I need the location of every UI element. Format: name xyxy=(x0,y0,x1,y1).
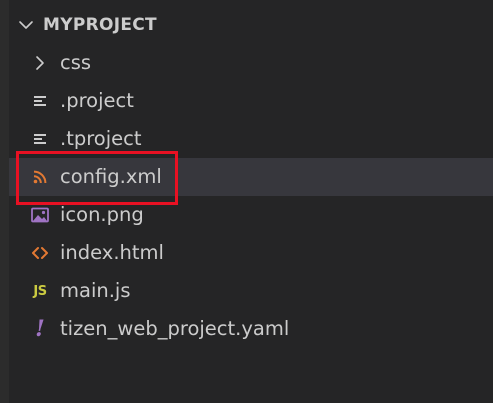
chevron-down-icon[interactable] xyxy=(18,17,34,33)
tree-item-config-xml-file[interactable]: config.xml xyxy=(9,158,493,196)
tree-item-icon-png-file[interactable]: icon.png xyxy=(9,196,493,234)
tree-item-main-js-file[interactable]: JS main.js xyxy=(9,272,493,310)
tree-item-label: tizen_web_project.yaml xyxy=(60,317,290,340)
js-icon-label: JS xyxy=(33,283,47,299)
tree-item-index-html-file[interactable]: index.html xyxy=(9,234,493,272)
section-title: MYPROJECT xyxy=(43,15,157,35)
tree-item-label: css xyxy=(60,51,92,74)
tree-item-label: main.js xyxy=(60,279,131,302)
tree-item-label: .tproject xyxy=(60,127,142,150)
tree-item-tproject-file[interactable]: .tproject xyxy=(9,120,493,158)
exclamation-icon-label: ! xyxy=(35,316,45,342)
js-icon: JS xyxy=(29,281,51,301)
tree-item-label: icon.png xyxy=(60,203,144,226)
tree-item-label: index.html xyxy=(60,241,164,264)
tree-item-label: .project xyxy=(60,89,134,112)
image-icon xyxy=(29,205,51,225)
rss-feed-icon xyxy=(29,167,51,187)
project-section-header[interactable]: MYPROJECT xyxy=(9,8,493,42)
explorer-panel: MYPROJECT css .project .tproject config.… xyxy=(9,0,493,403)
tree-item-css-folder[interactable]: css xyxy=(9,44,493,82)
tree-item-project-file[interactable]: .project xyxy=(9,82,493,120)
text-lines-icon xyxy=(29,91,51,111)
exclamation-icon: ! xyxy=(29,316,51,342)
tree-item-label: config.xml xyxy=(60,165,162,188)
code-brackets-icon xyxy=(29,243,51,263)
chevron-right-icon[interactable] xyxy=(29,53,51,73)
tree-item-yaml-file[interactable]: ! tizen_web_project.yaml xyxy=(9,310,493,348)
text-lines-icon xyxy=(29,129,51,149)
activity-bar-edge xyxy=(0,0,9,403)
